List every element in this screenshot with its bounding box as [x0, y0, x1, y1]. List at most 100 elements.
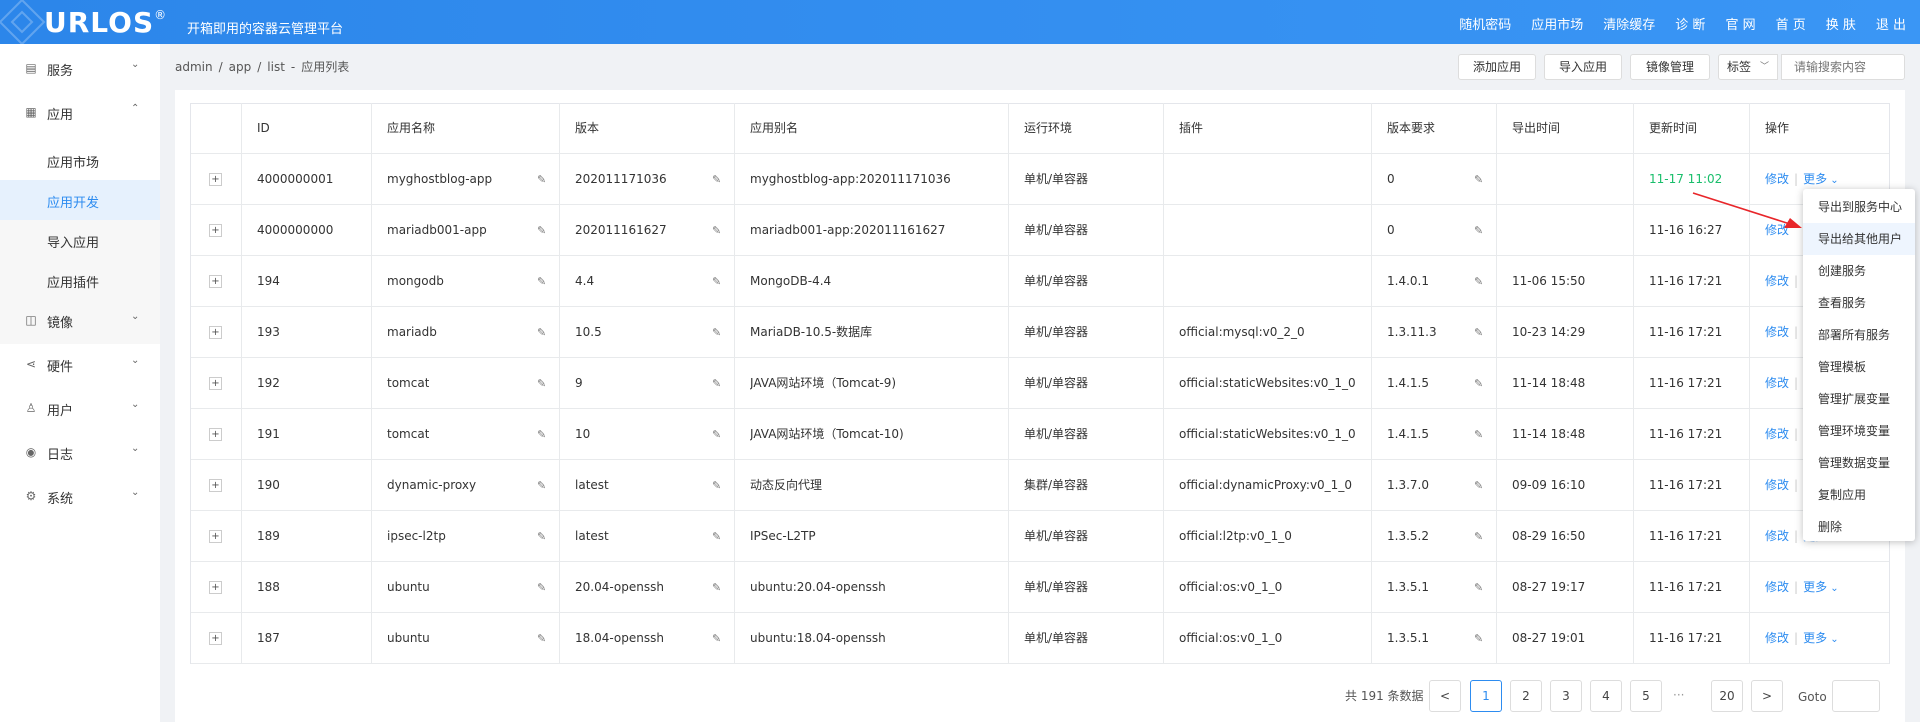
- expand-row-icon[interactable]: +: [209, 224, 222, 237]
- edit-pencil-icon[interactable]: ✎: [712, 562, 721, 613]
- edit-pencil-icon[interactable]: ✎: [1474, 409, 1483, 460]
- topnav-link[interactable]: 首 页: [1776, 14, 1806, 33]
- edit-pencil-icon[interactable]: ✎: [537, 460, 546, 511]
- more-dropdown-link[interactable]: 更多: [1803, 580, 1827, 594]
- breadcrumb-part[interactable]: 应用列表: [301, 60, 349, 74]
- sidebar-item-3[interactable]: ⋖ 硬件 ⌄: [0, 344, 160, 384]
- edit-pencil-icon[interactable]: ✎: [1474, 154, 1483, 205]
- edit-pencil-icon[interactable]: ✎: [537, 307, 546, 358]
- edit-pencil-icon[interactable]: ✎: [1474, 307, 1483, 358]
- expand-row-icon[interactable]: +: [209, 428, 222, 441]
- more-dropdown-link[interactable]: 更多: [1803, 172, 1827, 186]
- topnav-link[interactable]: 官 网: [1725, 14, 1755, 33]
- expand-row-icon[interactable]: +: [209, 377, 222, 390]
- dropdown-item[interactable]: 导出到服务中心: [1803, 191, 1915, 223]
- pagination-goto-input[interactable]: [1832, 680, 1880, 712]
- dropdown-item[interactable]: 查看服务: [1803, 287, 1915, 319]
- edit-link[interactable]: 修改: [1765, 631, 1789, 645]
- edit-link[interactable]: 修改: [1765, 325, 1789, 339]
- edit-link[interactable]: 修改: [1765, 172, 1789, 186]
- edit-pencil-icon[interactable]: ✎: [712, 256, 721, 307]
- edit-pencil-icon[interactable]: ✎: [537, 613, 546, 664]
- edit-link[interactable]: 修改: [1765, 529, 1789, 543]
- edit-pencil-icon[interactable]: ✎: [712, 358, 721, 409]
- pagination-prev-button[interactable]: <: [1429, 680, 1461, 712]
- topnav-link[interactable]: 应用市场: [1531, 14, 1583, 33]
- sidebar-item-2[interactable]: ◫ 镜像 ⌄: [0, 300, 160, 340]
- expand-row-icon[interactable]: +: [209, 275, 222, 288]
- pagination-last-page-button[interactable]: 20: [1711, 680, 1743, 712]
- edit-link[interactable]: 修改: [1765, 478, 1789, 492]
- breadcrumb-part[interactable]: admin: [175, 60, 213, 74]
- edit-pencil-icon[interactable]: ✎: [712, 511, 721, 562]
- breadcrumb-part[interactable]: app: [229, 60, 252, 74]
- topnav-link[interactable]: 退 出: [1876, 14, 1906, 33]
- edit-pencil-icon[interactable]: ✎: [712, 409, 721, 460]
- edit-pencil-icon[interactable]: ✎: [1474, 205, 1483, 256]
- dropdown-item[interactable]: 管理数据变量: [1803, 447, 1915, 479]
- edit-link[interactable]: 修改: [1765, 376, 1789, 390]
- edit-pencil-icon[interactable]: ✎: [537, 256, 546, 307]
- edit-pencil-icon[interactable]: ✎: [712, 205, 721, 256]
- edit-pencil-icon[interactable]: ✎: [537, 562, 546, 613]
- dropdown-item[interactable]: 创建服务: [1803, 255, 1915, 287]
- edit-pencil-icon[interactable]: ✎: [1474, 613, 1483, 664]
- expand-row-icon[interactable]: +: [209, 581, 222, 594]
- sidebar-item-0[interactable]: ▤ 服务 ⌄: [0, 48, 160, 88]
- pagination-page-button[interactable]: 4: [1590, 680, 1622, 712]
- edit-link[interactable]: 修改: [1765, 580, 1789, 594]
- expand-row-icon[interactable]: +: [209, 530, 222, 543]
- dropdown-item[interactable]: 管理模板: [1803, 351, 1915, 383]
- edit-pencil-icon[interactable]: ✎: [537, 409, 546, 460]
- edit-link[interactable]: 修改: [1765, 274, 1789, 288]
- edit-pencil-icon[interactable]: ✎: [537, 358, 546, 409]
- import-app-button[interactable]: 导入应用: [1544, 54, 1622, 80]
- sidebar-subitem-2[interactable]: 导入应用: [0, 220, 160, 260]
- edit-pencil-icon[interactable]: ✎: [712, 613, 721, 664]
- logo[interactable]: URLOS®: [44, 6, 167, 39]
- dropdown-item[interactable]: 部署所有服务: [1803, 319, 1915, 351]
- edit-pencil-icon[interactable]: ✎: [1474, 358, 1483, 409]
- dropdown-item[interactable]: 管理环境变量: [1803, 415, 1915, 447]
- pagination-page-button[interactable]: 1: [1470, 680, 1502, 712]
- expand-row-icon[interactable]: +: [209, 173, 222, 186]
- edit-pencil-icon[interactable]: ✎: [1474, 460, 1483, 511]
- expand-row-icon[interactable]: +: [209, 632, 222, 645]
- dropdown-item[interactable]: 复制应用: [1803, 479, 1915, 511]
- dropdown-item[interactable]: 管理扩展变量: [1803, 383, 1915, 415]
- more-dropdown-link[interactable]: 更多: [1803, 631, 1827, 645]
- pagination-next-button[interactable]: >: [1751, 680, 1783, 712]
- sidebar-item-5[interactable]: ◉ 日志 ⌄: [0, 432, 160, 472]
- sidebar-subitem-3[interactable]: 应用插件: [0, 260, 160, 300]
- edit-pencil-icon[interactable]: ✎: [1474, 256, 1483, 307]
- edit-pencil-icon[interactable]: ✎: [712, 307, 721, 358]
- pagination-page-button[interactable]: 3: [1550, 680, 1582, 712]
- sidebar-subitem-0[interactable]: 应用市场: [0, 140, 160, 180]
- image-manage-button[interactable]: 镜像管理: [1630, 54, 1710, 80]
- search-input[interactable]: [1781, 54, 1905, 80]
- sidebar-subitem-1[interactable]: 应用开发: [0, 180, 160, 220]
- dropdown-item[interactable]: 导出给其他用户: [1803, 223, 1915, 255]
- expand-row-icon[interactable]: +: [209, 326, 222, 339]
- pagination-page-button[interactable]: 5: [1630, 680, 1662, 712]
- breadcrumb-part[interactable]: list: [267, 60, 285, 74]
- edit-pencil-icon[interactable]: ✎: [712, 154, 721, 205]
- tag-select[interactable]: 标签 ﹀: [1718, 54, 1778, 80]
- dropdown-item[interactable]: 删除: [1803, 511, 1915, 543]
- edit-pencil-icon[interactable]: ✎: [537, 154, 546, 205]
- expand-row-icon[interactable]: +: [209, 479, 222, 492]
- sidebar-item-4[interactable]: ♙ 用户 ⌄: [0, 388, 160, 428]
- topnav-link[interactable]: 换 肤: [1826, 14, 1856, 33]
- edit-link[interactable]: 修改: [1765, 427, 1789, 441]
- topnav-link[interactable]: 随机密码: [1459, 14, 1511, 33]
- sidebar-item-1[interactable]: ▦ 应用 ⌃: [0, 92, 160, 132]
- pagination-page-button[interactable]: 2: [1510, 680, 1542, 712]
- edit-pencil-icon[interactable]: ✎: [537, 511, 546, 562]
- add-app-button[interactable]: 添加应用: [1458, 54, 1536, 80]
- sidebar-item-6[interactable]: ⚙ 系统 ⌄: [0, 476, 160, 516]
- edit-pencil-icon[interactable]: ✎: [1474, 562, 1483, 613]
- edit-pencil-icon[interactable]: ✎: [1474, 511, 1483, 562]
- topnav-link[interactable]: 清除缓存: [1603, 14, 1655, 33]
- edit-pencil-icon[interactable]: ✎: [712, 460, 721, 511]
- edit-link[interactable]: 修改: [1765, 223, 1789, 237]
